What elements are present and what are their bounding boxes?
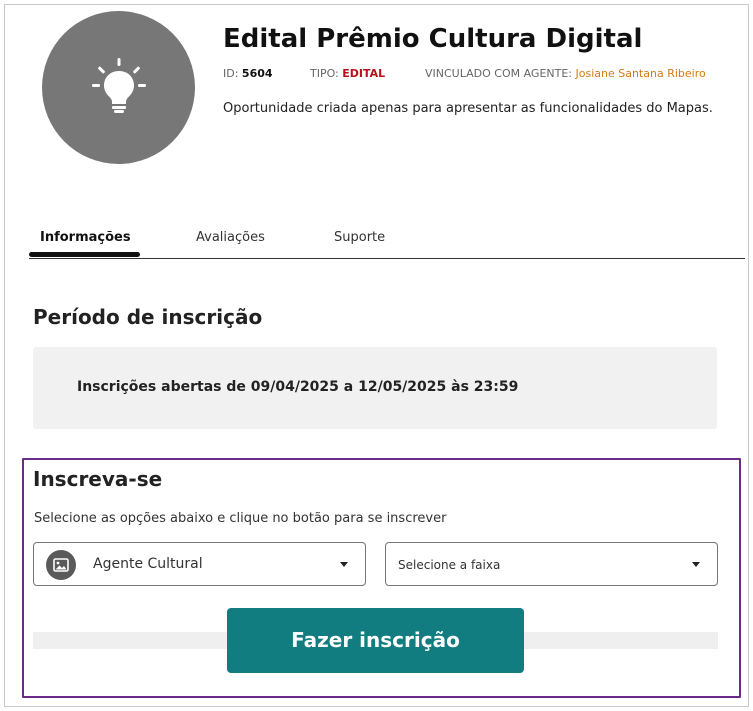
inscreva-description: Selecione as opções abaixo e clique no b…: [34, 511, 447, 526]
id-value: 5604: [241, 67, 273, 80]
agent-link[interactable]: Josiane Santana Ribeiro: [576, 67, 706, 80]
opportunity-type: TIPO: EDITAL: [310, 67, 385, 80]
registration-period-text: Inscrições abertas de 09/04/2025 a 12/05…: [77, 379, 518, 395]
agent-avatar: [46, 550, 76, 580]
agent-select-value: Agente Cultural: [93, 556, 203, 572]
fazer-inscricao-button[interactable]: Fazer inscrição: [227, 608, 524, 673]
periodo-heading: Período de inscrição: [33, 305, 263, 329]
tipo-label: TIPO:: [310, 67, 339, 80]
faixa-select[interactable]: Selecione a faixa: [385, 542, 718, 586]
id-label: ID:: [223, 67, 239, 80]
opportunity-id: ID: 5604: [223, 67, 273, 80]
page-title: Edital Prêmio Cultura Digital: [223, 24, 643, 54]
agent-select[interactable]: Agente Cultural: [33, 542, 366, 586]
agente-label: VINCULADO COM AGENTE:: [425, 67, 572, 80]
registration-period-box: Inscrições abertas de 09/04/2025 a 12/05…: [33, 347, 717, 429]
tab-bar: Informações Avaliações Suporte: [29, 220, 745, 259]
period-prefix: Inscrições abertas de: [77, 379, 251, 395]
opportunity-description: Oportunidade criada apenas para apresent…: [223, 101, 713, 116]
tab-informacoes[interactable]: Informações: [40, 230, 131, 245]
tipo-value: EDITAL: [342, 67, 386, 80]
linked-agent: VINCULADO COM AGENTE: Josiane Santana Ri…: [425, 67, 706, 80]
faixa-select-placeholder: Selecione a faixa: [398, 558, 501, 572]
inscreva-heading: Inscreva-se: [33, 467, 163, 491]
active-tab-indicator: [29, 252, 140, 257]
lightbulb-icon: [92, 58, 146, 113]
opportunity-avatar: [42, 11, 195, 164]
image-icon: [53, 558, 69, 572]
chevron-down-icon: [340, 562, 348, 567]
inscreva-se-section: Inscreva-se Selecione as opções abaixo e…: [22, 458, 741, 698]
chevron-down-icon: [692, 562, 700, 567]
tab-suporte[interactable]: Suporte: [334, 230, 385, 245]
tab-avaliacoes[interactable]: Avaliações: [196, 230, 265, 245]
period-dates: 09/04/2025 a 12/05/2025 às 23:59: [250, 379, 519, 395]
